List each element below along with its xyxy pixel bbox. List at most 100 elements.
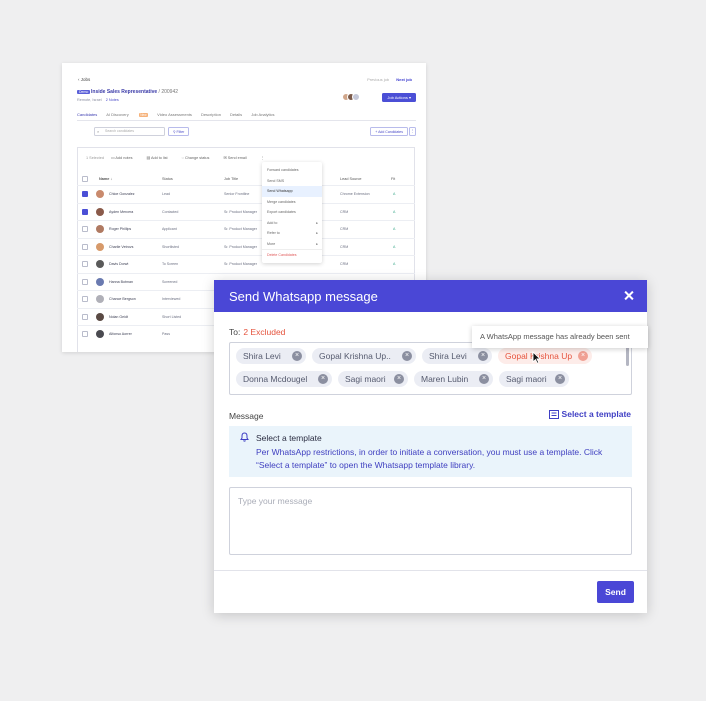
remove-recipient-icon[interactable]: × [402,351,412,361]
candidate-status: Pass [162,332,170,336]
row-checkbox[interactable] [82,208,88,215]
menu-item[interactable]: Refer to ▸ [262,228,322,239]
toolbar-more-button[interactable]: ⋮ [261,156,265,160]
column-status[interactable]: Status [162,177,173,181]
remove-recipient-icon[interactable]: × [394,374,404,384]
more-options-button[interactable]: ⋮ [409,127,416,136]
candidate-name[interactable]: Chance Bergson [109,297,136,301]
candidate-name[interactable]: Hanna Botman [109,280,133,284]
column-job-title[interactable]: Job Title [224,177,238,181]
tab-job-analytics[interactable]: Job Analytics [251,112,274,117]
row-checkbox[interactable] [82,278,88,285]
menu-item-label: Forward candidates [267,168,299,172]
close-icon[interactable] [621,286,637,304]
recipient-chip[interactable]: Donna Mcdougel × [236,371,332,387]
recipient-name: Shira Levi [429,351,467,361]
next-job-link[interactable]: Next job [396,77,412,82]
row-checkbox[interactable] [82,261,88,267]
column-lead-source[interactable]: Lead Source [340,177,362,181]
candidate-name[interactable]: Davis Dorwt [109,262,128,266]
row-checkbox[interactable] [82,243,88,250]
tab-details[interactable]: Details [230,112,242,117]
filter-button[interactable]: ⚲ Filter [168,127,190,136]
table-row[interactable]: Chloe Gonzalez Lead Senior Frontline Chrome… [77,185,415,203]
menu-item[interactable]: Send SMS [262,176,322,187]
candidate-name[interactable]: Alfonso Aorrer [109,332,132,336]
job-notes-link[interactable]: 2 Notes [106,98,119,102]
change-status-label: Change status [184,156,210,160]
recipient-chip[interactable]: Shira Levi × [422,348,492,364]
remove-recipient-icon[interactable]: × [292,351,302,361]
avatar [96,207,104,216]
bulk-actions-menu: Forward candidates Send SMS Send Whatsapp M… [262,162,322,263]
add-notes-label: Add notes [115,156,133,160]
column-name[interactable]: Name ↓ [99,177,112,181]
menu-item[interactable]: Add to ▸ [262,218,322,229]
send-button[interactable]: Send [597,581,634,603]
recipient-chip[interactable]: Shira Levi × [236,348,306,364]
remove-recipient-icon[interactable]: × [578,351,588,361]
recipient-name: Sagi maori [345,374,386,384]
menu-item[interactable]: Send Whatsapp [262,186,322,197]
remove-recipient-icon[interactable]: × [478,351,488,361]
table-header: Name ↓ Status Job Title Lead Source Fit [77,173,415,185]
row-checkbox[interactable] [82,296,88,302]
message-textarea[interactable]: Type your message [229,487,632,555]
table-row[interactable]: Ayden Mercera Contacted Sr. Product Manage… [77,202,415,221]
back-link[interactable]: ‹ Jobs [78,77,90,82]
recipients-scrollbar[interactable] [626,346,629,366]
search-candidates-input[interactable]: Search candidates [94,127,165,136]
recipients-field[interactable]: Shira Levi × Gopal Krishna Up.. × Shira Levi… [229,342,632,395]
table-row[interactable]: Roger Phillips Applicant Sr. Product Manag… [77,220,415,238]
menu-item[interactable]: More ▸ [262,239,322,250]
row-checkbox[interactable] [82,191,88,197]
menu-item[interactable]: Forward candidates [262,165,322,176]
divider [77,120,416,121]
remove-recipient-icon[interactable]: × [479,374,489,384]
candidate-name[interactable]: Charlie Vetrovs [109,245,133,249]
column-fit[interactable]: Fit [391,177,395,181]
already-sent-tooltip: A WhatsApp message has already been sent [472,326,648,348]
candidate-fit: A [393,227,396,231]
tab-video-assessments[interactable]: Video Assessments [157,112,192,117]
recipient-chip[interactable]: Sagi maori × [338,371,408,387]
menu-item[interactable]: Merge candidates [262,197,322,208]
back-label: Jobs [80,77,91,82]
candidate-fit: A [393,209,396,214]
change-status-button[interactable]: ◌ Change status [182,156,217,160]
send-email-button[interactable]: ✉ Send email [223,156,253,160]
select-template-label: Select a template [561,409,631,419]
candidate-name[interactable]: Nolan Geidt [109,315,128,319]
remove-recipient-icon[interactable]: × [318,374,328,384]
candidate-name[interactable]: Chloe Gonzalez [109,192,135,196]
row-checkbox[interactable] [82,313,88,320]
recipient-chip[interactable]: Sagi maori × [499,371,569,387]
select-template-link[interactable]: Select a template [548,409,631,419]
avatar [96,330,104,338]
row-checkbox[interactable] [82,226,88,232]
tab-description[interactable]: Description [201,112,221,117]
remove-recipient-icon[interactable]: × [555,374,565,384]
menu-item[interactable]: Delete Candidates [262,249,322,260]
candidate-job-title: Sr. Product Manager [224,227,257,231]
recipient-chip[interactable]: Gopal Krishna Up.. × [312,348,416,364]
add-notes-button[interactable]: ▭ Add notes [111,156,140,160]
table-row[interactable]: Davis Dorwt To Screen Sr. Product Manager C… [77,255,415,273]
select-all-checkbox[interactable] [82,176,88,182]
previous-job-link[interactable]: Previous job [367,77,389,82]
add-to-list-button[interactable]: ▤ Add to list [147,156,175,160]
job-actions-button[interactable]: Job Actions ▾ [382,93,416,102]
avatar [96,277,104,286]
row-checkbox[interactable] [82,331,88,337]
candidate-name[interactable]: Ayden Mercera [109,210,133,214]
tab-ai-discovery[interactable]: AI Discovery New [106,112,149,117]
menu-item[interactable]: Export candidates [262,207,322,218]
recipient-chip[interactable]: Maren Lubin × [414,371,493,387]
recipient-chip[interactable]: Gopal Krishna Up × [498,348,592,364]
candidate-name[interactable]: Roger Phillips [109,227,131,231]
add-candidates-button[interactable]: + Add Candidates [370,127,408,136]
excluded-count-link[interactable]: 2 Excluded [243,327,285,337]
table-row[interactable]: Charlie Vetrovs Shortlisted Sr. Product Ma… [77,237,415,256]
avatar [96,312,104,321]
modal-footer-divider [214,570,647,571]
